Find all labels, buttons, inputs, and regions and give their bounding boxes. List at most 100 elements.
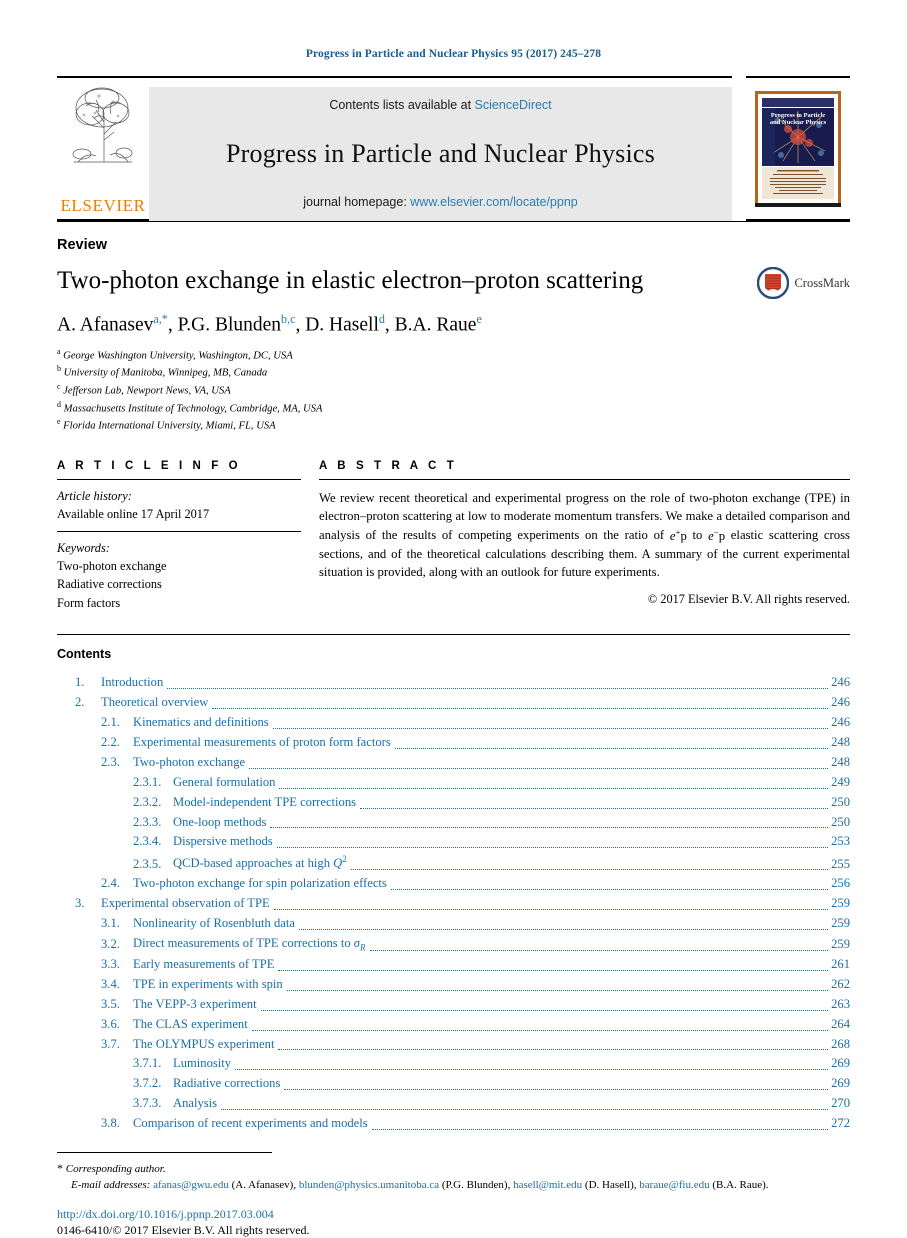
- toc-entry[interactable]: 3.7.1. Luminosity 269: [57, 1054, 850, 1074]
- toc-page-number: 262: [831, 976, 850, 991]
- author-name: P.G. Blunden: [177, 314, 282, 336]
- toc-entry[interactable]: 2.3.1. General formulation 249: [57, 773, 850, 793]
- crossmark-label: CrossMark: [794, 275, 850, 290]
- toc-page-number: 269: [831, 1076, 850, 1091]
- keyword-item: Form factors: [57, 595, 121, 610]
- toc-entry[interactable]: 1. Introduction 246: [57, 673, 850, 693]
- crossmark-badge[interactable]: CrossMark: [757, 267, 850, 299]
- journal-cover-image: Progress in Particle and Nuclear Physics: [755, 90, 841, 207]
- toc-dot-leader: [273, 909, 829, 911]
- toc-entry[interactable]: 3.5. The VEPP-3 experiment 263: [57, 995, 850, 1015]
- toc-entry[interactable]: 2.3. Two-photon exchange 248: [57, 753, 850, 773]
- toc-entry-label: Radiative corrections: [173, 1076, 281, 1091]
- affiliation-mark: c: [57, 382, 61, 392]
- journal-homepage-line: journal homepage: www.elsevier.com/locat…: [303, 195, 577, 209]
- toc-entry[interactable]: 3.7.2. Radiative corrections 269: [57, 1074, 850, 1094]
- asterisk-icon: *: [57, 1160, 63, 1175]
- toc-entry[interactable]: 2.3.5. QCD-based approaches at high Q2 255: [57, 852, 850, 874]
- toc-entry[interactable]: 3.7.3. Analysis 270: [57, 1094, 850, 1114]
- author-affiliation-mark: d: [378, 312, 385, 326]
- email-link[interactable]: blunden@physics.umanitoba.ca: [299, 1179, 439, 1191]
- toc-entry-label: The CLAS experiment: [133, 1016, 248, 1031]
- toc-dot-leader: [390, 889, 829, 891]
- toc-dot-leader: [350, 869, 829, 871]
- email-link[interactable]: baraue@fiu.edu: [639, 1179, 709, 1191]
- toc-entry-label: Direct measurements of TPE corrections t…: [133, 936, 366, 953]
- svg-text:Progress in Particle: Progress in Particle: [771, 112, 825, 119]
- contents-available-line: Contents lists available at ScienceDirec…: [329, 98, 551, 112]
- title-top-rule: [57, 221, 850, 222]
- journal-masthead: ELSEVIER Contents lists available at Sci…: [57, 76, 850, 221]
- toc-entry-label: Comparison of recent experiments and mod…: [133, 1116, 368, 1131]
- corresponding-author-note: * Corresponding author.: [57, 1160, 850, 1178]
- toc-entry[interactable]: 3.8. Comparison of recent experiments and…: [57, 1114, 850, 1134]
- table-of-contents: 1. Introduction 246 2. Theoretical overview 2…: [57, 673, 850, 1134]
- toc-entry[interactable]: 3.1. Nonlinearity of Rosenbluth data 259: [57, 914, 850, 934]
- affiliation-item: d Massachusetts Institute of Technology,…: [57, 399, 323, 415]
- toc-page-number: 256: [831, 876, 850, 891]
- article-info-heading: A R T I C L E I N F O: [57, 459, 242, 472]
- affiliation-mark: a: [57, 346, 61, 356]
- author-name: A. Afanasev: [57, 314, 154, 336]
- toc-entry-label: Kinematics and definitions: [133, 715, 269, 730]
- toc-entry-label: The OLYMPUS experiment: [133, 1036, 275, 1051]
- journal-homepage-link[interactable]: www.elsevier.com/locate/ppnp: [410, 195, 577, 209]
- page-title: Two-photon exchange in elastic electron–…: [57, 267, 644, 294]
- email-link[interactable]: hasell@mit.edu: [513, 1179, 582, 1191]
- toc-entry-label: Experimental observation of TPE: [101, 896, 270, 911]
- email-addresses-note: E-mail addresses: afanas@gwu.edu (A. Afa…: [57, 1178, 850, 1194]
- toc-page-number: 250: [831, 794, 850, 809]
- affiliation-mark: b: [57, 364, 61, 374]
- toc-entry[interactable]: 3.3. Early measurements of TPE 261: [57, 955, 850, 975]
- article-history-label: Article history:: [57, 488, 132, 503]
- info-abstract-section: A R T I C L E I N F O Article history: A…: [57, 460, 850, 613]
- toc-entry-label: Model-independent TPE corrections: [173, 794, 357, 809]
- toc-entry-number: 3.: [75, 896, 85, 911]
- toc-entry[interactable]: 2.3.2. Model-independent TPE corrections 2…: [57, 793, 850, 813]
- article-type-label: Review: [57, 237, 107, 253]
- toc-entry-label: Analysis: [173, 1096, 218, 1111]
- toc-entry[interactable]: 3. Experimental observation of TPE 259: [57, 894, 850, 914]
- toc-entry[interactable]: 2.3.4. Dispersive methods 253: [57, 832, 850, 852]
- keywords-label: Keywords:: [57, 540, 110, 555]
- toc-dot-leader: [260, 1009, 829, 1011]
- toc-entry[interactable]: 2.3.3. One-loop methods 250: [57, 813, 850, 833]
- toc-entry-number: 2.2.: [101, 735, 120, 749]
- keyword-item: Two-photon exchange: [57, 559, 167, 574]
- toc-entry[interactable]: 3.4. TPE in experiments with spin 262: [57, 975, 850, 995]
- toc-entry[interactable]: 3.6. The CLAS experiment 264: [57, 1015, 850, 1035]
- toc-entry-number: 2.3.1.: [133, 774, 162, 789]
- toc-page-number: 270: [831, 1096, 850, 1111]
- toc-entry-number: 2.3.5.: [133, 856, 162, 871]
- affiliation-list: a George Washington University, Washingt…: [57, 346, 850, 434]
- toc-entry-label: One-loop methods: [173, 814, 267, 829]
- homepage-label: journal homepage:: [303, 195, 411, 209]
- toc-entry[interactable]: 3.7. The OLYMPUS experiment 268: [57, 1035, 850, 1055]
- toc-dot-leader: [249, 767, 829, 769]
- toc-page-number: 250: [831, 814, 850, 829]
- toc-entry-number: 1.: [75, 675, 85, 690]
- toc-dot-leader: [235, 1069, 829, 1071]
- toc-entry[interactable]: 2.2. Experimental measurements of proton …: [57, 733, 850, 753]
- inline-formula: e−p: [708, 526, 726, 543]
- toc-entry[interactable]: 3.2. Direct measurements of TPE correctio…: [57, 934, 850, 955]
- toc-dot-leader: [371, 1128, 829, 1130]
- toc-entry-label: Experimental measurements of proton form…: [133, 735, 391, 749]
- author-affiliation-mark: a,*: [153, 312, 168, 326]
- toc-dot-leader: [212, 708, 829, 710]
- abstract-heading: A B S T R A C T: [319, 459, 458, 472]
- sciencedirect-box: Contents lists available at ScienceDirec…: [149, 87, 732, 221]
- toc-dot-leader: [278, 969, 829, 971]
- doi-link[interactable]: http://dx.doi.org/10.1016/j.ppnp.2017.03…: [57, 1207, 850, 1222]
- masthead-center: Contents lists available at ScienceDirec…: [149, 76, 732, 221]
- sciencedirect-link[interactable]: ScienceDirect: [475, 98, 552, 112]
- toc-entry[interactable]: 2.1. Kinematics and definitions 246: [57, 713, 850, 733]
- journal-article-page: Progress in Particle and Nuclear Physics…: [0, 0, 907, 1238]
- title-row: Two-photon exchange in elastic electron–…: [57, 253, 850, 299]
- toc-entry[interactable]: 2. Theoretical overview 246: [57, 693, 850, 713]
- email-link[interactable]: afanas@gwu.edu: [153, 1179, 229, 1191]
- toc-entry-number: 3.7.1.: [133, 1056, 162, 1071]
- toc-entry[interactable]: 2.4. Two-photon exchange for spin polariz…: [57, 874, 850, 894]
- keywords-list: Two-photon exchange Radiative corrections…: [57, 557, 301, 612]
- email-list: afanas@gwu.edu (A. Afanasev), blunden@ph…: [153, 1178, 769, 1191]
